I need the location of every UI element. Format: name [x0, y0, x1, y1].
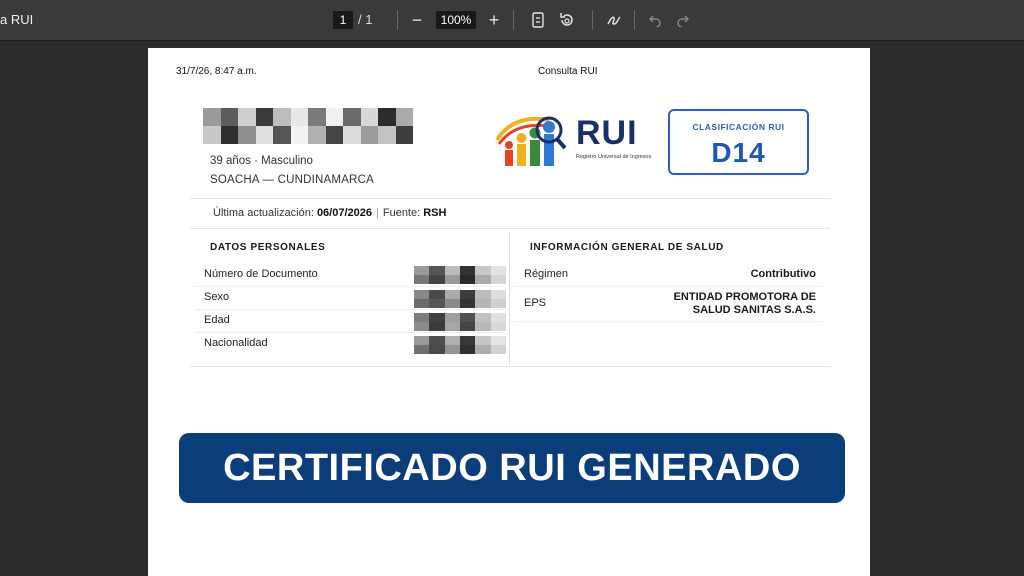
print-datetime: 31/7/26, 8:47 a.m.: [176, 66, 257, 77]
divider: [190, 366, 830, 367]
regime-value: Contributivo: [750, 268, 816, 280]
eps-value-line1: ENTIDAD PROMOTORA DE: [673, 291, 816, 303]
toolbar-divider: [397, 10, 398, 30]
certificate-generated-banner: CERTIFICADO RUI GENERADO: [179, 433, 845, 503]
pen-draw-icon: [607, 16, 621, 25]
page-count: / 1: [358, 12, 373, 27]
toolbar-divider: [513, 10, 514, 30]
undo-button[interactable]: [646, 6, 664, 34]
classification-value: D14: [711, 137, 766, 168]
rui-logo-subtitle: Registro Universal de Ingresos: [576, 154, 652, 160]
redo-button[interactable]: [674, 6, 692, 34]
toolbar-divider: [634, 10, 635, 30]
update-label: Última actualización:: [213, 207, 314, 219]
rotate-button[interactable]: [557, 6, 577, 34]
draw-button[interactable]: [604, 6, 624, 34]
window-title: a RUI: [0, 12, 34, 27]
row-divider: [196, 286, 504, 287]
divider: [190, 198, 830, 199]
row-divider: [516, 321, 820, 322]
section-divider: [509, 232, 510, 366]
source-value: RSH: [423, 207, 447, 219]
divider: [190, 228, 830, 229]
rotate-icon: [560, 13, 573, 26]
age-label: Edad: [204, 314, 230, 326]
zoom-level-input[interactable]: 100%: [436, 11, 476, 29]
undo-icon: [649, 15, 661, 27]
eps-label: EPS: [524, 297, 547, 309]
redacted-value-pixelation: [414, 290, 506, 308]
zoom-in-button[interactable]: +: [486, 6, 502, 34]
nationality-label: Nacionalidad: [204, 337, 268, 349]
row-divider: [196, 332, 504, 333]
document-number-label: Número de Documento: [204, 268, 318, 280]
row-divider: [196, 309, 504, 310]
classification-label: CLASIFICACIÓN RUI: [692, 122, 785, 132]
redacted-value-pixelation: [414, 313, 506, 331]
update-line: Última actualización: 06/07/2026 | Fuente:…: [213, 207, 447, 219]
page-number-input[interactable]: 1: [333, 11, 353, 29]
update-date: 06/07/2026: [316, 207, 372, 219]
source-label: Fuente:: [382, 207, 421, 219]
row-divider: [516, 286, 820, 287]
personal-data-title: DATOS PERSONALES: [210, 242, 326, 253]
regime-label: Régimen: [524, 268, 569, 280]
rui-logo-icon: [495, 116, 567, 166]
redacted-value-pixelation: [414, 266, 506, 284]
person-location: SOACHA — CUNDINAMARCA: [210, 174, 374, 186]
toolbar-divider: [592, 10, 593, 30]
zoom-out-button[interactable]: −: [409, 6, 425, 34]
redo-icon: [677, 15, 689, 27]
banner-text: CERTIFICADO RUI GENERADO: [223, 446, 801, 489]
fit-page-button[interactable]: [529, 6, 547, 34]
fit-page-icon: [532, 12, 544, 28]
health-info-title: INFORMACIÓN GENERAL DE SALUD: [530, 242, 724, 253]
pdf-viewer-toolbar: a RUI 1 / 1 − 100% +: [0, 0, 1024, 41]
sex-label: Sexo: [204, 291, 230, 303]
classification-box: CLASIFICACIÓN RUI D14: [668, 109, 809, 175]
person-age-sex: 39 años · Masculino: [210, 155, 313, 167]
redacted-value-pixelation: [414, 336, 506, 354]
redacted-name-pixelation: [203, 108, 413, 144]
rui-logo-text: RUI: [576, 114, 638, 152]
eps-value-line2: SALUD SANITAS S.A.S.: [692, 304, 816, 316]
print-title: Consulta RUI: [538, 66, 598, 77]
